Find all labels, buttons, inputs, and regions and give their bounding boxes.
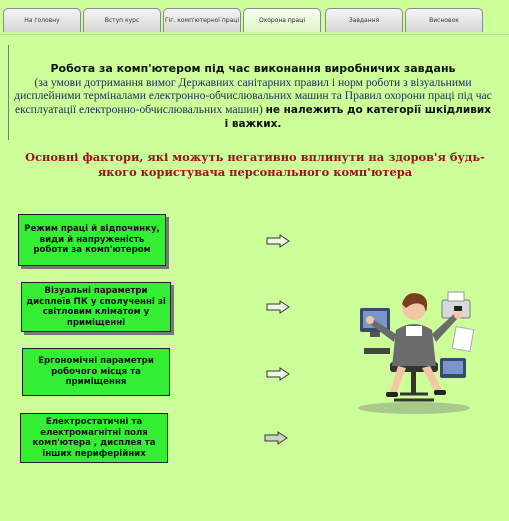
- intro-emphasis: не належить до категорії шкідливих і важ…: [224, 103, 491, 131]
- tab-home[interactable]: На головну: [3, 8, 81, 32]
- left-divider: [8, 45, 9, 140]
- arrow-right-icon[interactable]: [264, 431, 288, 445]
- arrow-right-icon[interactable]: [266, 300, 290, 314]
- tab-tasks[interactable]: Завдання: [325, 8, 403, 32]
- factors-heading: Основні фактори, які можуть негативно вп…: [25, 150, 485, 179]
- factor-label: Візуальні параметри дисплеїв ПК у сполуч…: [26, 286, 166, 328]
- tab-intro[interactable]: Вступ курс: [83, 8, 161, 32]
- factor-ergonomics[interactable]: Ергономічні параметри робочого місця та …: [22, 348, 170, 396]
- tab-hygiene[interactable]: Гіг. комп'ютерної праці: [163, 8, 241, 32]
- arrow-right-icon[interactable]: [266, 367, 290, 381]
- factor-label: Ергономічні параметри робочого місця та …: [38, 356, 154, 388]
- intro-title: Робота за комп'ютером під час виконання …: [50, 62, 456, 75]
- factor-label: Режим праці й відпочинку, види й напруже…: [24, 224, 160, 256]
- factor-electromagnetic-fields[interactable]: Електростатичні та електромагнітні поля …: [20, 413, 168, 463]
- office-woman-multitasking-illustration: [358, 291, 475, 414]
- factor-visual-parameters[interactable]: Візуальні параметри дисплеїв ПК у сполуч…: [21, 282, 171, 332]
- tab-divider: [0, 34, 509, 35]
- intro-paragraph: Робота за комп'ютером під час виконання …: [12, 62, 494, 132]
- tab-labor-protection[interactable]: Охорона праці: [243, 8, 321, 32]
- factor-label: Електростатичні та електромагнітні поля …: [32, 417, 156, 459]
- tab-conclusion[interactable]: Висновок: [405, 8, 483, 32]
- arrow-right-icon[interactable]: [266, 234, 290, 248]
- factor-work-regime[interactable]: Режим праці й відпочинку, види й напруже…: [18, 214, 166, 266]
- tab-bar: На головну Вступ курс Гіг. комп'ютерної …: [0, 8, 509, 34]
